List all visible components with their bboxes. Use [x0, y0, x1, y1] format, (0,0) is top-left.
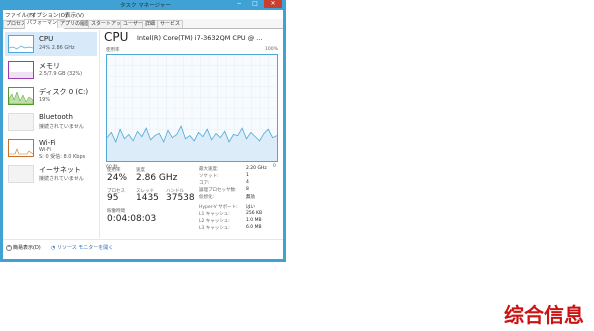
info-value-l2-cache: 1.0 MB [246, 218, 262, 223]
sidebar-item-label: イーサネット [39, 166, 81, 174]
disk-thumbnail-graph [8, 87, 34, 105]
cpu-thumbnail-graph [8, 35, 34, 53]
info-label-sockets: ソケット: [199, 174, 219, 179]
sidebar-item-throughput: S: 0 受信: 8.0 Kbps [39, 154, 86, 160]
info-label-l1-cache: L1 キャッシュ: [199, 212, 230, 217]
close-button[interactable]: ✕ [264, 0, 282, 8]
sidebar-item-disk[interactable]: ディスク 0 (C:) 19% [5, 84, 97, 108]
usage-value: 24% [107, 173, 128, 183]
sidebar-item-wifi[interactable]: Wi-Fi Wi-Fi S: 0 受信: 8.0 Kbps [5, 136, 97, 160]
footer-bar: ⌃ 簡易表示(D) ◔ リソース モニターを開く [3, 239, 283, 260]
graph-label-usage: 使用率 [106, 48, 120, 53]
sidebar-item-label: CPU [39, 35, 54, 43]
sidebar-item-label: Bluetooth [39, 113, 73, 121]
resource-sidebar: CPU 24% 2.86 GHz メモリ 2.5/7.9 GB (32%) ディ… [3, 30, 100, 238]
sidebar-item-detail: 24% 2.86 GHz [39, 45, 75, 51]
cpu-detail-panel: CPU Intel(R) Core(TM) i7-3632QM CPU @ ..… [103, 30, 281, 238]
window-content: ファイル(F) オプション(O) 表示(V) プロセス パフォーマンス アプリの… [3, 10, 283, 259]
info-label-hyperv: Hyper-V サポート: [199, 205, 238, 210]
title-bar: タスク マネージャー − □ ✕ [0, 0, 286, 10]
info-label-virtualization: 仮想化: [199, 195, 215, 200]
sidebar-item-label: メモリ [39, 62, 60, 70]
wifi-sparkline [9, 148, 34, 155]
menu-options[interactable]: オプション(O) [31, 11, 67, 19]
info-value-virtualization: 無効 [246, 195, 255, 200]
info-label-logical-processors: 論理プロセッサ数: [199, 188, 237, 193]
graph-axis-right: 0 [273, 164, 276, 169]
sidebar-item-ethernet[interactable]: イーサネット 接続されていません [5, 162, 97, 186]
maximize-button[interactable]: □ [248, 0, 262, 8]
info-value-hyperv: はい [246, 205, 255, 210]
info-label-l3-cache: L3 キャッシュ: [199, 226, 230, 231]
sidebar-item-cpu[interactable]: CPU 24% 2.86 GHz [5, 32, 97, 56]
sidebar-item-memory[interactable]: メモリ 2.5/7.9 GB (32%) [5, 58, 97, 82]
less-details-label: 簡易表示(D) [13, 245, 41, 251]
sidebar-item-detail: 2.5/7.9 GB (32%) [39, 71, 83, 77]
sidebar-item-bluetooth[interactable]: Bluetooth 接続されていません [5, 110, 97, 134]
watermark-text: 综合信息 [504, 303, 584, 327]
sidebar-item-label: Wi-Fi [39, 139, 56, 147]
thread-value: 1435 [136, 193, 159, 203]
speed-value: 2.86 GHz [136, 173, 178, 183]
cpu-sparkline [8, 45, 34, 50]
info-value-logical-processors: 8 [246, 187, 249, 192]
tab-details[interactable]: 詳細 [142, 20, 159, 28]
cpu-usage-graph [106, 54, 278, 162]
cpu-usage-chart [106, 55, 278, 161]
cpu-model-name: Intel(R) Core(TM) i7-3632QM CPU @ ... [137, 34, 263, 42]
handle-value: 37538 [166, 193, 195, 203]
resource-monitor-label: リソース モニターを開く [56, 245, 114, 251]
wifi-thumbnail-graph [8, 139, 34, 157]
info-label-cores: コア: [199, 181, 210, 186]
info-value-l3-cache: 6.0 MB [246, 225, 262, 230]
sidebar-item-detail: 接続されていません [39, 176, 84, 182]
minimize-button[interactable]: − [232, 0, 246, 8]
sidebar-item-detail: 接続されていません [39, 124, 84, 130]
window-title: タスク マネージャー [120, 3, 171, 9]
sidebar-item-label: ディスク 0 (C:) [39, 88, 89, 96]
tab-strip: プロセス パフォーマンス アプリの履歴 スタートアップ ユーザー 詳細 サービス [3, 19, 283, 29]
graph-label-max: 100% [265, 47, 278, 52]
chevron-up-icon: ⌃ [6, 244, 12, 251]
info-value-max-speed: 2.20 GHz [246, 166, 267, 171]
process-value: 95 [107, 193, 119, 203]
resource-monitor-link[interactable]: ◔ リソース モニターを開く [51, 244, 113, 251]
info-value-cores: 4 [246, 180, 249, 185]
tab-services[interactable]: サービス [157, 20, 184, 28]
info-value-l1-cache: 256 KB [246, 211, 263, 216]
info-value-sockets: 1 [246, 173, 249, 178]
disk-sparkline [8, 91, 34, 105]
memory-fill [9, 72, 33, 78]
bluetooth-thumbnail-graph [8, 113, 34, 131]
sidebar-item-detail: 19% [39, 97, 51, 103]
menu-view[interactable]: 表示(V) [65, 11, 84, 19]
info-label-max-speed: 最大速度: [199, 167, 219, 172]
less-details-button[interactable]: ⌃ 簡易表示(D) [6, 244, 41, 251]
uptime-value: 0:04:08:03 [107, 214, 157, 224]
memory-thumbnail-graph [8, 61, 34, 79]
ethernet-thumbnail-graph [8, 165, 34, 183]
page-title: CPU [104, 30, 129, 44]
menu-bar: ファイル(F) オプション(O) 表示(V) [3, 10, 283, 19]
info-label-l2-cache: L2 キャッシュ: [199, 219, 230, 224]
task-manager-window: タスク マネージャー − □ ✕ ファイル(F) オプション(O) 表示(V) … [0, 0, 286, 262]
